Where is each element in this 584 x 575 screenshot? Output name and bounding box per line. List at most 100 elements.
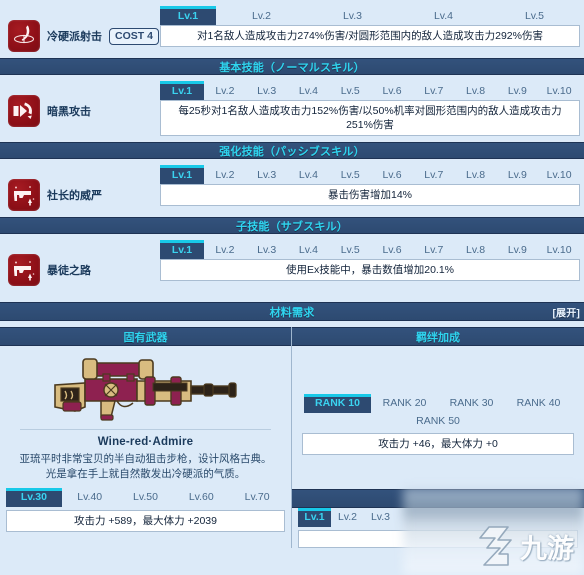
- bond-rank-tab-20[interactable]: RANK 20: [371, 394, 438, 413]
- section-header-materials[interactable]: 材料需求 [展开]: [0, 302, 584, 321]
- weapon-levels-wrap: Lv.30 Lv.40 Lv.50 Lv.60 Lv.70 攻击力 +589，最…: [0, 488, 291, 532]
- skill-name-ex: 冷硬派射击: [47, 31, 102, 43]
- skill-identity-normal: 暗黑攻击: [8, 81, 160, 127]
- level-tab-normal-8[interactable]: Lv.8: [455, 82, 497, 100]
- bond-extra-level-tab-1[interactable]: Lv.1: [298, 508, 331, 527]
- level-tab-normal-4[interactable]: Lv.4: [288, 82, 330, 100]
- level-tab-normal-6[interactable]: Lv.6: [371, 82, 413, 100]
- bond-extra-level-tab-2[interactable]: Lv.2: [331, 508, 364, 527]
- level-tab-normal-10[interactable]: Lv.10: [538, 82, 580, 100]
- level-tab-normal-9[interactable]: Lv.9: [496, 82, 538, 100]
- pistol-up-icon: [8, 254, 40, 286]
- skill-row-ex: 冷硬派射击 COST 4 Lv.1 Lv.2 Lv.3 Lv.4 Lv.5 对1…: [0, 0, 584, 58]
- weapon-name: Wine-red·Admire: [97, 436, 194, 448]
- section-header-normal-skill-label: 基本技能（ノーマルスキル）: [219, 61, 365, 74]
- level-tab-passive-6[interactable]: Lv.6: [371, 166, 413, 184]
- bond-stats: 攻击力 +46，最大体力 +0: [302, 433, 574, 455]
- weapon-description: 亚琉平时非常宝贝的半自动狙击步枪，设计风格古典。 光是拿在手上就自然散发出冷硬派…: [6, 452, 285, 488]
- section-header-passive-skill: 强化技能（パッシブスキル）: [0, 142, 584, 159]
- weapon-level-tab-70[interactable]: Lv.70: [229, 488, 285, 507]
- skill-detail-ex: Lv.1 Lv.2 Lv.3 Lv.4 Lv.5 对1名敌人造成攻击力274%伤…: [160, 6, 580, 47]
- level-tab-sub-5[interactable]: Lv.5: [329, 241, 371, 259]
- weapon-level-tab-40[interactable]: Lv.40: [62, 488, 118, 507]
- level-tab-sub-4[interactable]: Lv.4: [288, 241, 330, 259]
- character-detail-panel: 冷硬派射击 COST 4 Lv.1 Lv.2 Lv.3 Lv.4 Lv.5 对1…: [0, 0, 584, 575]
- skill-name-sub: 暴徒之路: [47, 265, 91, 277]
- pistol-up-icon: [8, 179, 40, 211]
- level-tab-normal-1[interactable]: Lv.1: [160, 81, 204, 100]
- bond-extra-level-tab-3[interactable]: Lv.3: [364, 508, 397, 527]
- level-tab-passive-5[interactable]: Lv.5: [329, 166, 371, 184]
- bond-extra-level-tabs: Lv.1 Lv.2 Lv.3: [292, 508, 584, 527]
- bond-rank-tab-10[interactable]: RANK 10: [304, 394, 371, 413]
- level-tab-ex-4[interactable]: Lv.4: [398, 7, 489, 25]
- skill-description-passive: 暴击伤害增加14%: [160, 184, 580, 206]
- bond-rank-tab-50[interactable]: RANK 50: [406, 413, 470, 430]
- weapon-level-tabs: Lv.30 Lv.40 Lv.50 Lv.60 Lv.70: [0, 488, 291, 507]
- level-tabs-normal: Lv.1 Lv.2 Lv.3 Lv.4 Lv.5 Lv.6 Lv.7 Lv.8 …: [160, 81, 580, 100]
- section-header-sub-skill: 子技能（サブスキル）: [0, 217, 584, 234]
- bond-extra-block: Lv.1 Lv.2 Lv.3: [292, 489, 584, 548]
- bond-column-body: RANK 10 RANK 20 RANK 30 RANK 40 RANK 50 …: [292, 346, 584, 455]
- column-header-bond-label: 羁绊加成: [416, 331, 460, 344]
- skill-description-ex: 对1名敌人造成攻击力274%伤害/对圆形范围内的敌人造成攻击力292%伤害: [160, 25, 580, 47]
- dark-burst-icon: [8, 95, 40, 127]
- level-tab-sub-3[interactable]: Lv.3: [246, 241, 288, 259]
- level-tab-passive-1[interactable]: Lv.1: [160, 165, 204, 184]
- skill-identity-sub: 暴徒之路: [8, 240, 160, 286]
- level-tab-passive-9[interactable]: Lv.9: [496, 166, 538, 184]
- weapon-bond-columns: 固有武器 Wine-red·Admire 亚琉平时非常宝贝的半自动狙击步枪，设计…: [0, 327, 584, 548]
- level-tab-sub-8[interactable]: Lv.8: [455, 241, 497, 259]
- bond-rank-tab-40[interactable]: RANK 40: [505, 394, 572, 413]
- bond-column: 羁绊加成 RANK 10 RANK 20 RANK 30 RANK 40 RAN…: [292, 327, 584, 548]
- level-tab-sub-1[interactable]: Lv.1: [160, 240, 204, 259]
- bond-rank-tab-30[interactable]: RANK 30: [438, 394, 505, 413]
- level-tabs-sub: Lv.1 Lv.2 Lv.3 Lv.4 Lv.5 Lv.6 Lv.7 Lv.8 …: [160, 240, 580, 259]
- skill-identity-ex: 冷硬派射击 COST 4: [8, 6, 160, 52]
- level-tab-sub-7[interactable]: Lv.7: [413, 241, 455, 259]
- skill-row-normal: 暗黑攻击 Lv.1 Lv.2 Lv.3 Lv.4 Lv.5 Lv.6 Lv.7 …: [0, 75, 584, 142]
- level-tab-normal-5[interactable]: Lv.5: [329, 82, 371, 100]
- skill-description-normal: 每25秒对1名敌人造成攻击力152%伤害/以50%机率对圆形范围内的敌人造成攻击…: [160, 100, 580, 136]
- level-tab-sub-6[interactable]: Lv.6: [371, 241, 413, 259]
- level-tabs-ex: Lv.1 Lv.2 Lv.3 Lv.4 Lv.5: [160, 6, 580, 25]
- level-tab-passive-7[interactable]: Lv.7: [413, 166, 455, 184]
- weapon-description-line1: 亚琉平时非常宝贝的半自动狙击步枪，设计风格古典。: [19, 453, 272, 465]
- level-tab-normal-3[interactable]: Lv.3: [246, 82, 288, 100]
- materials-expand-toggle[interactable]: [展开]: [553, 304, 580, 319]
- weapon-level-tab-30[interactable]: Lv.30: [6, 488, 62, 507]
- level-tab-normal-2[interactable]: Lv.2: [204, 82, 246, 100]
- skill-name-passive: 社长的威严: [47, 190, 102, 202]
- section-header-sub-skill-label: 子技能（サブスキル）: [236, 220, 348, 233]
- section-header-normal-skill: 基本技能（ノーマルスキル）: [0, 58, 584, 75]
- skill-row-passive: 社长的威严 Lv.1 Lv.2 Lv.3 Lv.4 Lv.5 Lv.6 Lv.7…: [0, 159, 584, 217]
- level-tab-sub-2[interactable]: Lv.2: [204, 241, 246, 259]
- level-tab-ex-5[interactable]: Lv.5: [489, 7, 580, 25]
- bond-extra-header: [292, 489, 584, 508]
- level-tab-normal-7[interactable]: Lv.7: [413, 82, 455, 100]
- level-tab-sub-9[interactable]: Lv.9: [496, 241, 538, 259]
- sniper-rifle-icon: [6, 352, 285, 426]
- level-tab-ex-3[interactable]: Lv.3: [307, 7, 398, 25]
- weapon-stats: 攻击力 +589，最大体力 +2039: [6, 510, 285, 532]
- column-header-bond: 羁绊加成: [292, 327, 584, 346]
- level-tab-passive-2[interactable]: Lv.2: [204, 166, 246, 184]
- level-tab-passive-10[interactable]: Lv.10: [538, 166, 580, 184]
- level-tab-passive-4[interactable]: Lv.4: [288, 166, 330, 184]
- column-header-weapon: 固有武器: [0, 327, 291, 346]
- weapon-level-tab-60[interactable]: Lv.60: [173, 488, 229, 507]
- weapon-column: 固有武器 Wine-red·Admire 亚琉平时非常宝贝的半自动狙击步枪，设计…: [0, 327, 292, 548]
- bond-extra-stats: [298, 530, 578, 548]
- skill-name-normal: 暗黑攻击: [47, 106, 91, 118]
- level-tab-sub-10[interactable]: Lv.10: [538, 241, 580, 259]
- level-tab-ex-1[interactable]: Lv.1: [160, 6, 216, 25]
- weapon-level-tab-50[interactable]: Lv.50: [118, 488, 174, 507]
- skill-detail-normal: Lv.1 Lv.2 Lv.3 Lv.4 Lv.5 Lv.6 Lv.7 Lv.8 …: [160, 81, 580, 136]
- level-tab-passive-8[interactable]: Lv.8: [455, 166, 497, 184]
- level-tab-ex-2[interactable]: Lv.2: [216, 7, 307, 25]
- bond-rank-tabs: RANK 10 RANK 20 RANK 30 RANK 40 RANK 50: [298, 394, 578, 430]
- skill-description-sub: 使用Ex技能中，暴击数值增加20.1%: [160, 259, 580, 281]
- level-tab-passive-3[interactable]: Lv.3: [246, 166, 288, 184]
- level-tabs-passive: Lv.1 Lv.2 Lv.3 Lv.4 Lv.5 Lv.6 Lv.7 Lv.8 …: [160, 165, 580, 184]
